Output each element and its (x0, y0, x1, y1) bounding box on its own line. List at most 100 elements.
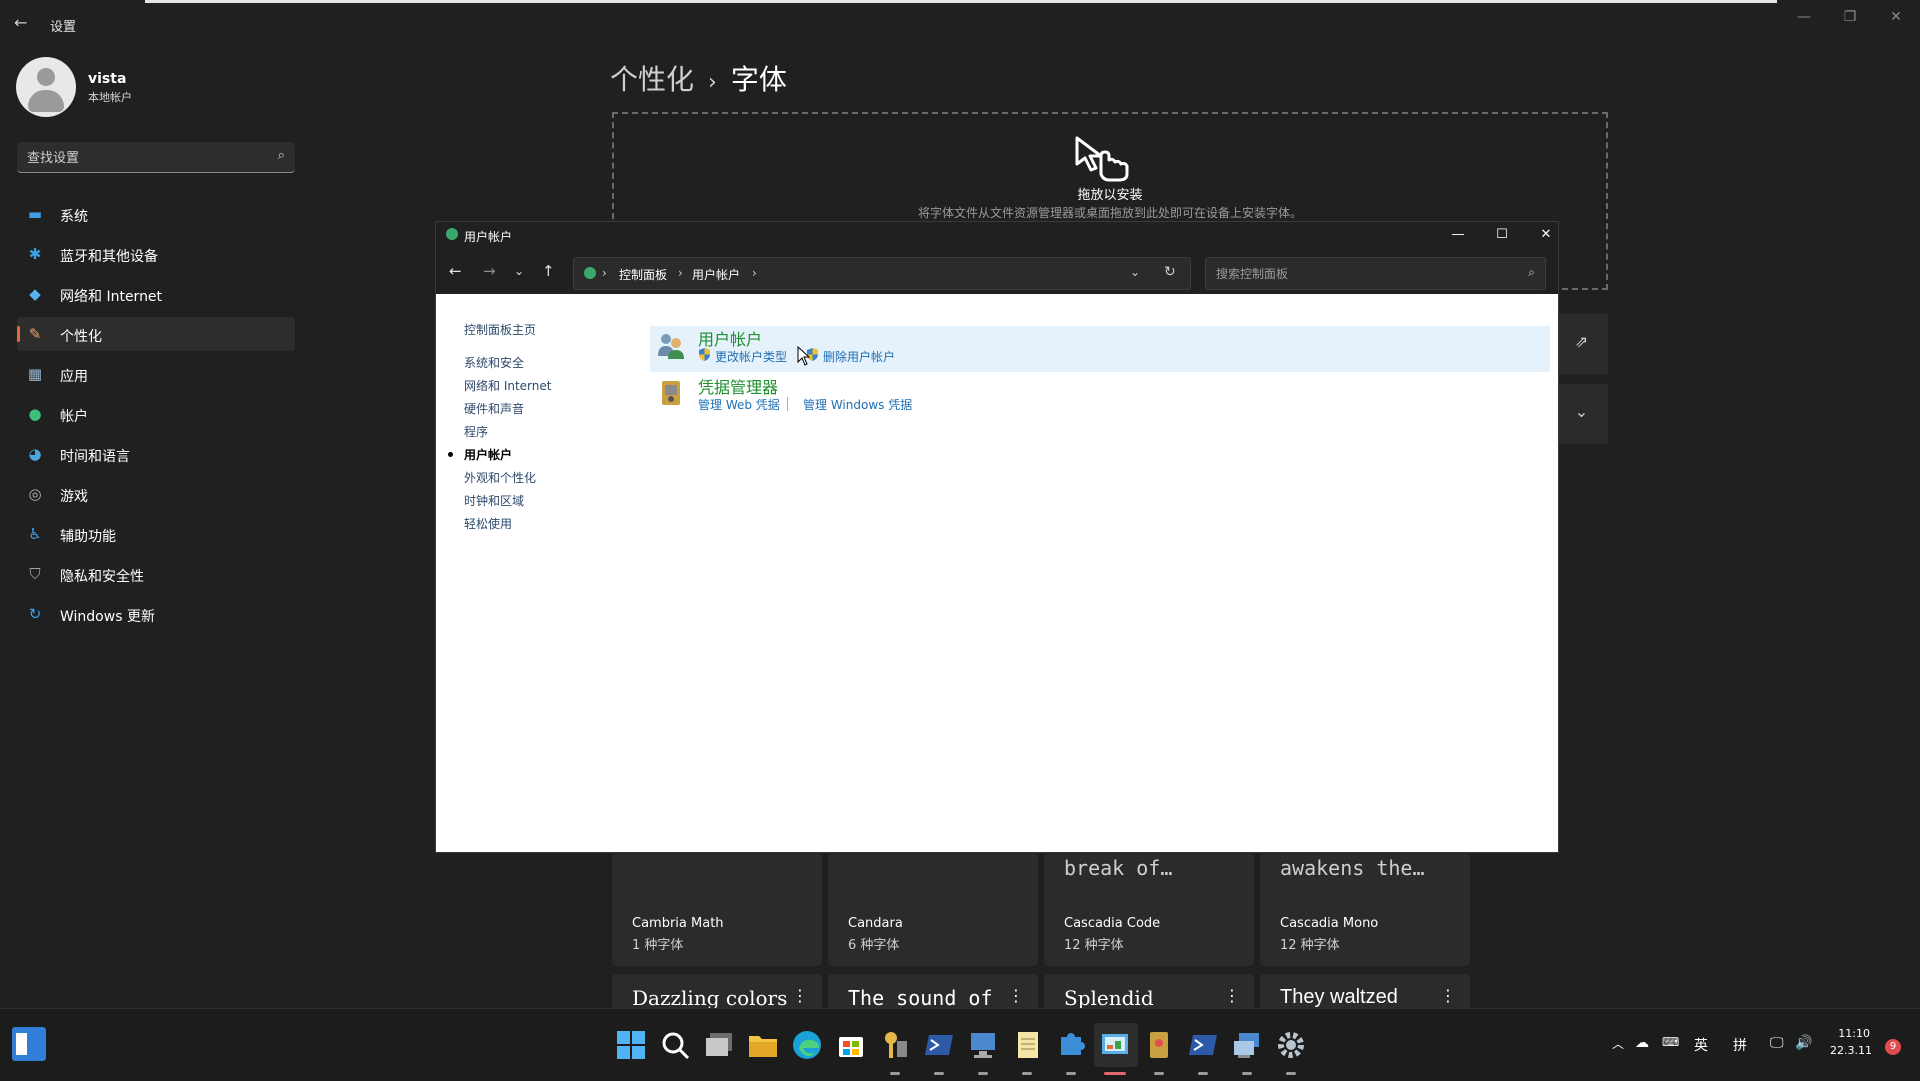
cp-left-link[interactable]: 系统和安全 (464, 354, 524, 371)
nav-label: 蓝牙和其他设备 (60, 249, 158, 265)
cp-left-link[interactable]: 硬件和声音 (464, 400, 524, 417)
minimize-button[interactable]: — (1786, 6, 1822, 28)
font-card[interactable]: awakens the… Cascadia Mono 12 种字体 (1260, 854, 1470, 966)
widgets-icon[interactable] (12, 1027, 46, 1061)
network-puzzle-icon[interactable] (1053, 1027, 1089, 1063)
page-title: 字体 (730, 63, 787, 96)
search-icon[interactable]: ⌕ (278, 148, 285, 163)
ime-mode[interactable]: 拼 (1733, 1035, 1747, 1055)
address-crumb[interactable]: 控制面板 (619, 266, 667, 283)
address-bar[interactable]: › 控制面板 › 用户帐户 › ⌄ ↻ (573, 257, 1191, 290)
notepad-icon[interactable] (1009, 1027, 1045, 1063)
category-task-link[interactable]: 删除用户帐户 (823, 348, 895, 365)
settings-gear-icon[interactable] (1273, 1027, 1309, 1063)
nav-item-gaming[interactable]: ◎ 游戏 (17, 477, 295, 511)
cp-left-link[interactable]: 程序 (464, 423, 488, 440)
control-panel-window[interactable]: 用户帐户 — ☐ ✕ ← → ⌄ ↑ › 控制面板 › 用户帐户 › ⌄ ↻ ⌕… (435, 221, 1559, 853)
nav-item-system[interactable]: ▬ 系统 (17, 197, 295, 231)
cp-search-input[interactable] (1214, 266, 1498, 282)
back-arrow-icon[interactable]: ← (14, 13, 27, 32)
powershell-icon[interactable] (921, 1027, 957, 1063)
expander-card[interactable]: ⌄ (1555, 384, 1608, 444)
nav-item-apps[interactable]: ▦ 应用 (17, 357, 295, 391)
nav-item-privacy[interactable]: ⛉ 隐私和安全性 (17, 557, 295, 591)
address-dropdown-icon[interactable]: ⌄ (1130, 265, 1140, 279)
edge-browser-icon[interactable] (789, 1027, 825, 1063)
cp-left-link[interactable]: 轻松使用 (464, 515, 512, 532)
category-title[interactable]: 用户帐户 (698, 326, 762, 350)
active-indicator (1104, 1072, 1126, 1075)
chevron-down-icon[interactable]: ⌄ (1555, 402, 1608, 421)
close-button[interactable]: ✕ (1878, 6, 1914, 28)
breadcrumb-chevron-icon[interactable]: › (602, 266, 607, 280)
ime-language[interactable]: 英 (1694, 1035, 1708, 1055)
cp-close-button[interactable]: ✕ (1526, 225, 1566, 245)
cp-title-bar[interactable]: 用户帐户 — ☐ ✕ (436, 222, 1558, 248)
nav-item-windows-update[interactable]: ↻ Windows 更新 (17, 597, 295, 631)
nav-item-personalization[interactable]: ✎ 个性化 (17, 317, 295, 351)
more-options-icon[interactable]: ⋮ (1008, 986, 1024, 1005)
settings-search[interactable]: ⌕ (17, 142, 295, 173)
start-windows-icon[interactable] (613, 1027, 649, 1063)
category-task-link[interactable]: 管理 Windows 凭据 (803, 396, 912, 413)
nav-item-accessibility[interactable]: ♿ 辅助功能 (17, 517, 295, 551)
breadcrumb-parent[interactable]: 个性化 (610, 63, 694, 96)
address-crumb[interactable]: 用户帐户 (692, 266, 740, 283)
category-task-link[interactable]: 更改帐户类型 (715, 348, 787, 365)
computer-management-icon[interactable] (1229, 1027, 1265, 1063)
search-icon[interactable] (657, 1027, 693, 1063)
cp-left-link[interactable]: 外观和个性化 (464, 469, 536, 486)
breadcrumb-chevron-icon[interactable]: › (678, 266, 683, 280)
onedrive-cloud-icon[interactable]: ☁ (1635, 1035, 1649, 1051)
cp-minimize-button[interactable]: — (1438, 225, 1478, 245)
nav-item-network[interactable]: ◆ 网络和 Internet (17, 277, 295, 311)
cp-left-link[interactable]: 控制面板主页 (464, 321, 536, 338)
more-options-icon[interactable]: ⋮ (1224, 986, 1240, 1005)
nav-item-time-language[interactable]: ◕ 时间和语言 (17, 437, 295, 471)
powershell-icon[interactable] (1185, 1027, 1221, 1063)
show-hidden-icons-chevron-icon[interactable]: ︿ (1612, 1035, 1624, 1052)
keyboard-icon[interactable]: ⌨ (1662, 1035, 1679, 1049)
font-card[interactable]: break of… Cascadia Code 12 种字体 (1044, 854, 1254, 966)
network-icon[interactable]: 🖵 (1770, 1035, 1784, 1051)
store-icon[interactable] (833, 1027, 869, 1063)
file-explorer-icon[interactable] (745, 1027, 781, 1063)
avatar-body (28, 90, 64, 112)
font-card[interactable]: Cambria Math 1 种字体 (612, 854, 822, 966)
control-panel-icon[interactable] (1097, 1027, 1133, 1063)
avatar[interactable] (16, 57, 76, 117)
cp-search-box[interactable]: ⌕ (1205, 257, 1546, 290)
running-indicator (1286, 1072, 1296, 1075)
external-link-icon[interactable]: ⇗ (1555, 332, 1608, 351)
remote-desktop-icon[interactable] (965, 1027, 1001, 1063)
font-card[interactable]: Candara 6 种字体 (828, 854, 1038, 966)
task-view-icon[interactable] (701, 1027, 737, 1063)
up-arrow-icon[interactable]: ↑ (542, 262, 555, 280)
refresh-icon[interactable]: ↻ (1164, 264, 1176, 280)
restore-button[interactable]: ❐ (1832, 6, 1868, 28)
recent-locations-icon[interactable]: ⌄ (514, 264, 524, 278)
clock-date[interactable]: 22.3.11 (1830, 1044, 1872, 1057)
search-icon[interactable]: ⌕ (1528, 265, 1535, 280)
forward-arrow-icon[interactable]: → (483, 262, 496, 280)
back-arrow-icon[interactable]: ← (449, 262, 462, 280)
cp-left-link[interactable]: 网络和 Internet (464, 377, 551, 394)
nav-label: 时间和语言 (60, 449, 130, 465)
cp-left-link[interactable]: 时钟和区域 (464, 492, 524, 509)
search-input[interactable] (25, 148, 269, 168)
related-link-card[interactable]: ⇗ (1555, 314, 1608, 374)
more-options-icon[interactable]: ⋮ (792, 986, 808, 1005)
credential-keys-icon[interactable] (877, 1027, 913, 1063)
credential-vault-icon[interactable] (1141, 1027, 1177, 1063)
notification-badge[interactable]: 9 (1885, 1039, 1901, 1055)
cp-maximize-button[interactable]: ☐ (1482, 225, 1522, 245)
nav-item-accounts[interactable]: ● 帐户 (17, 397, 295, 431)
category-title[interactable]: 凭据管理器 (698, 374, 778, 398)
more-options-icon[interactable]: ⋮ (1440, 986, 1456, 1005)
volume-icon[interactable]: 🔊 (1795, 1035, 1812, 1051)
clock-time[interactable]: 11:10 (1830, 1027, 1870, 1040)
nav-item-bluetooth[interactable]: ✱ 蓝牙和其他设备 (17, 237, 295, 271)
category-task-link[interactable]: 管理 Web 凭据 (698, 396, 780, 413)
apps-icon: ▦ (27, 365, 43, 383)
breadcrumb-chevron-icon[interactable]: › (752, 266, 757, 280)
